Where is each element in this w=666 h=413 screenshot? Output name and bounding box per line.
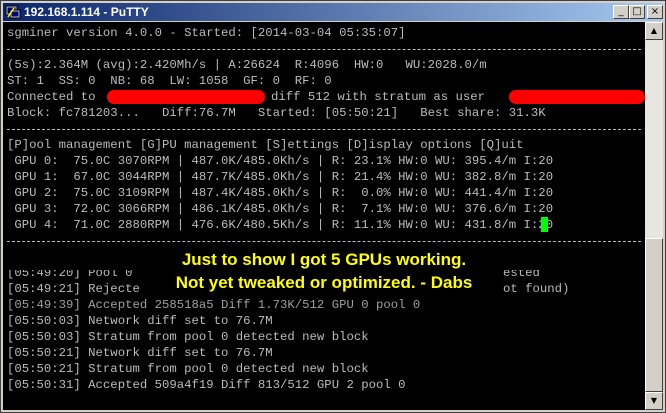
text-cursor <box>541 217 548 232</box>
scroll-up-button[interactable]: ▲ <box>645 22 663 40</box>
log-line-3: [05:50:03] Network diff set to 76.7M <box>7 314 273 328</box>
close-button[interactable]: × <box>647 5 663 19</box>
gpu-row-2: GPU 2: 75.0C 3109RPM | 487.4K/485.0Kh/s … <box>7 186 554 200</box>
overlay-caption-text-2: Not yet tweaked or optimized. - Dabs <box>169 273 479 292</box>
gpu-row-4: GPU 4: 71.0C 2880RPM | 476.6K/480.5Kh/s … <box>7 218 554 232</box>
minimize-button[interactable]: _ <box>613 5 629 19</box>
hashrate-stats: (5s):2.364M (avg):2.420Mh/s | A:26624 R:… <box>7 58 487 72</box>
gpu-row-0: GPU 0: 75.0C 3070RPM | 487.0K/485.0Kh/s … <box>7 154 554 168</box>
scroll-down-button[interactable]: ▼ <box>645 392 663 410</box>
connection-prefix: Connected to <box>7 90 96 104</box>
separator-2 <box>7 129 641 130</box>
log-line-6: [05:50:21] Stratum from pool 0 detected … <box>7 362 369 376</box>
separator-1 <box>7 49 641 50</box>
scroll-thumb[interactable] <box>645 238 663 392</box>
separator-3 <box>7 241 641 242</box>
redacted-username <box>509 90 645 104</box>
title-bar[interactable]: 192.168.1.114 - PuTTY _ □ × <box>3 3 663 21</box>
log-line-5: [05:50:21] Network diff set to 76.7M <box>7 346 273 360</box>
putty-window: 192.168.1.114 - PuTTY _ □ × sgminer vers… <box>0 0 666 413</box>
putty-terminal-icon <box>5 5 21 19</box>
overlay-caption-line-2: Not yet tweaked or optimized. - Dabs <box>3 273 645 293</box>
maximize-button[interactable]: □ <box>629 5 645 19</box>
terminal-screen[interactable]: sgminer version 4.0.0 - Started: [2014-0… <box>3 22 645 410</box>
share-stats: ST: 1 SS: 0 NB: 68 LW: 1058 GF: 0 RF: 0 <box>7 74 332 88</box>
menu-options: [P]ool management [G]PU management [S]et… <box>7 138 524 152</box>
vertical-scrollbar[interactable]: ▲ ▼ <box>645 22 663 410</box>
log-line-7: [05:50:31] Accepted 509a4f19 Diff 813/51… <box>7 378 406 392</box>
overlay-caption-line-1: Just to show I got 5 GPUs working. <box>3 250 645 270</box>
connection-info: diff 512 with stratum as user <box>271 90 486 104</box>
gpu-row-3: GPU 3: 72.0C 3066RPM | 486.1K/485.0Kh/s … <box>7 202 554 216</box>
log-line-2: [05:49:39] Accepted 258518a5 Diff 1.73K/… <box>7 298 421 312</box>
window-title: 192.168.1.114 - PuTTY <box>24 5 149 19</box>
redacted-pool-url <box>107 90 265 104</box>
miner-header: sgminer version 4.0.0 - Started: [2014-0… <box>7 26 406 40</box>
log-line-4: [05:50:03] Stratum from pool 0 detected … <box>7 330 369 344</box>
block-info: Block: fc781203... Diff:76.7M Started: [… <box>7 106 546 120</box>
gpu-row-1: GPU 1: 67.0C 3044RPM | 487.7K/485.0Kh/s … <box>7 170 554 184</box>
